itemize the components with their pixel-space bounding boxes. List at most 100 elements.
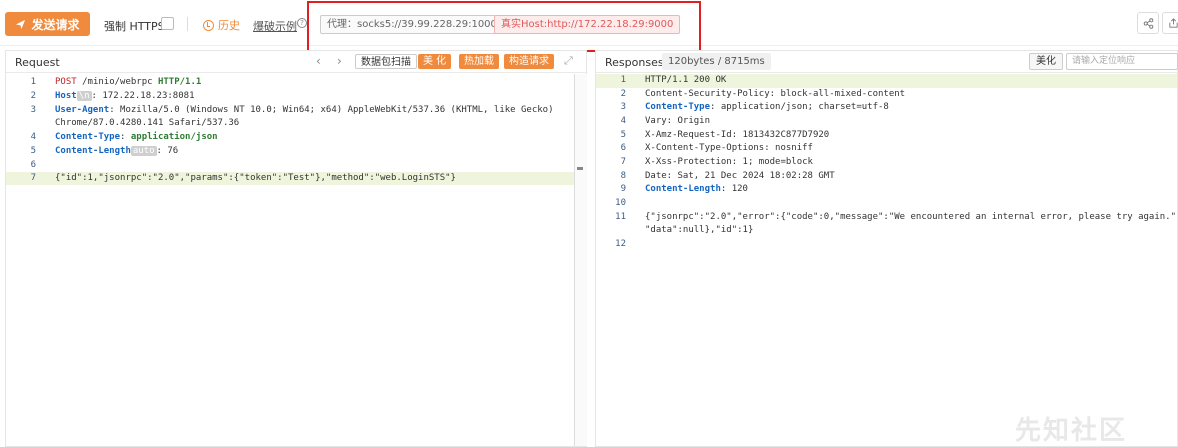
editor-scrollbar[interactable] <box>574 74 587 446</box>
code-line: 3 Content-Type: application/json; charset… <box>596 101 1177 114</box>
line-text: Content-Length auto: 76 <box>55 145 178 158</box>
real-host-tag: 真实Host:http://172.22.18.29:9000 <box>494 15 681 34</box>
request-editor[interactable]: 1 POST /minio/webrpc HTTP/1.1 2 Host \n: 172… <box>6 74 586 446</box>
top-toolbar: 发送请求 强制 HTTPS 历史 爆破示例 ? 代理：socks5://39.9… <box>0 0 1178 46</box>
share-icon[interactable] <box>1137 12 1159 34</box>
line-number: 11 <box>615 212 626 222</box>
line-number: 5 <box>30 146 36 156</box>
line-text: X-Xss-Protection: 1; mode=block <box>645 156 813 169</box>
code-token: Content-Type <box>55 132 121 142</box>
code-line: 5 Content-Length auto: 76 <box>6 145 586 158</box>
code-line: 4 Content-Type: application/json <box>6 131 586 144</box>
code-token: Vary: Origin <box>645 116 711 126</box>
line-number: 3 <box>620 102 626 112</box>
code-token: User-Agent <box>55 105 110 115</box>
force-https-checkbox[interactable] <box>161 17 174 30</box>
line-text: POST /minio/webrpc HTTP/1.1 <box>55 76 201 89</box>
code-token: X-Amz-Request-Id: 1813432C877D7920 <box>645 130 830 140</box>
code-line: 4 Vary: Origin <box>596 115 1177 128</box>
line-number: 5 <box>620 130 626 140</box>
code-token: Content-Security-Policy: block-all-mixed… <box>645 89 906 99</box>
code-token: \n <box>76 91 92 101</box>
code-token: {"jsonrpc":"2.0","error":{"code":0,"mess… <box>645 212 1177 222</box>
response-beautify-button[interactable]: 美化 <box>1029 53 1063 70</box>
line-text: {"id":1,"jsonrpc":"2.0","params":{"token… <box>55 172 456 185</box>
code-token: Date: Sat, 21 Dec 2024 18:02:28 GMT <box>645 171 835 181</box>
code-line: 6 X-Content-Type-Options: nosniff <box>596 142 1177 155</box>
code-token: auto <box>130 146 157 156</box>
help-icon[interactable]: ? <box>297 18 307 28</box>
brute-example-link[interactable]: 爆破示例 <box>253 18 297 34</box>
code-token: {"id":1,"jsonrpc":"2.0","params":{"token… <box>55 173 456 183</box>
chevron-left-icon[interactable]: ‹ <box>316 54 321 68</box>
send-icon <box>16 19 26 29</box>
send-label: 发送请求 <box>31 17 80 32</box>
line-text: Host \n: 172.22.18.23:8081 <box>55 90 194 103</box>
code-line: 2 Host \n: 172.22.18.23:8081 <box>6 90 586 103</box>
response-header: Responses 120bytes / 8715ms 美化 请输入定位响应 <box>596 51 1178 73</box>
force-https-label: 强制 HTTPS <box>104 20 165 33</box>
code-token: POST <box>55 77 77 87</box>
line-text: Content-Type: application/json; charset=… <box>645 101 889 114</box>
code-line: 6 <box>6 159 586 172</box>
chevron-right-icon[interactable]: › <box>337 54 342 68</box>
code-token: Content-Length <box>55 146 131 156</box>
scroll-marker <box>577 167 583 170</box>
code-line: 7 X-Xss-Protection: 1; mode=block <box>596 156 1177 169</box>
code-line: 1 POST /minio/webrpc HTTP/1.1 <box>6 76 586 89</box>
code-token: : <box>120 132 131 142</box>
beautify-button[interactable]: 美 化 <box>418 54 452 69</box>
code-line: 7 {"id":1,"jsonrpc":"2.0","params":{"toke… <box>6 172 586 185</box>
line-number: 4 <box>30 132 36 142</box>
code-line: Chrome/87.0.4280.141 Safari/537.36 <box>6 117 586 130</box>
line-text: Chrome/87.0.4280.141 Safari/537.36 <box>55 117 239 130</box>
line-text: "data":null},"id":1} <box>645 224 753 237</box>
line-number: 7 <box>620 157 626 167</box>
line-number: 9 <box>620 184 626 194</box>
code-line: 5 X-Amz-Request-Id: 1813432C877D7920 <box>596 129 1177 142</box>
packet-scan-button[interactable]: 数据包扫描 <box>355 54 417 69</box>
code-token: HTTP/1.1 <box>157 77 202 87</box>
code-token: X-Content-Type-Options: nosniff <box>645 143 813 153</box>
code-line: 8 Date: Sat, 21 Dec 2024 18:02:28 GMT <box>596 170 1177 183</box>
line-number: 1 <box>620 75 626 85</box>
line-text: Content-Type: application/json <box>55 131 218 144</box>
expand-icon[interactable]: ⤢ <box>564 55 575 66</box>
code-token: : 172.22.18.23:8081 <box>91 91 195 101</box>
line-number: 10 <box>615 198 626 208</box>
line-text: User-Agent: Mozilla/5.0 (Windows NT 10.0… <box>55 104 554 117</box>
build-request-button[interactable]: 构造请求 <box>504 54 554 69</box>
request-title: Request <box>15 56 60 69</box>
line-text: X-Amz-Request-Id: 1813432C877D7920 <box>645 129 829 142</box>
response-editor[interactable]: 1 HTTP/1.1 200 OK 2 Content-Security-Policy… <box>596 74 1177 446</box>
request-panel: Request ‹ › 数据包扫描 美 化 热加载 构造请求 ⤢ 1 POST /… <box>5 50 587 447</box>
code-token: Chrome/87.0.4280.141 Safari/537.36 <box>55 118 240 128</box>
line-number: 7 <box>30 173 36 183</box>
code-token: /minio/webrpc <box>76 77 158 87</box>
code-line: 1 HTTP/1.1 200 OK <box>596 74 1177 87</box>
line-text: Content-Security-Policy: block-all-mixed… <box>645 88 905 101</box>
request-header: Request ‹ › 数据包扫描 美 化 热加载 构造请求 ⤢ <box>6 51 586 73</box>
code-token: : 76 <box>156 146 179 156</box>
code-token: Content-Type <box>645 102 711 112</box>
code-line: "data":null},"id":1} <box>596 224 1177 237</box>
proxy-tag: 代理：socks5://39.99.228.29:10000 <box>320 15 511 34</box>
history-button[interactable]: 历史 <box>203 17 240 33</box>
line-text: {"jsonrpc":"2.0","error":{"code":0,"mess… <box>645 211 1177 224</box>
watermark: 先知社区 <box>1015 416 1128 446</box>
send-request-button[interactable]: 发送请求 <box>5 12 90 36</box>
response-search-input[interactable]: 请输入定位响应 <box>1066 53 1178 70</box>
code-line: 11 {"jsonrpc":"2.0","error":{"code":0,"me… <box>596 211 1177 224</box>
line-number: 3 <box>30 105 36 115</box>
hotload-button[interactable]: 热加载 <box>459 54 499 69</box>
code-line: 2 Content-Security-Policy: block-all-mixe… <box>596 88 1177 101</box>
line-text: Content-Length: 120 <box>645 183 748 196</box>
code-token: : 120 <box>720 184 748 194</box>
code-line: 3 User-Agent: Mozilla/5.0 (Windows NT 10.… <box>6 104 586 117</box>
code-token: application/json <box>130 132 218 142</box>
code-token: HTTP/1.1 200 OK <box>645 75 727 85</box>
code-line: 10 <box>596 197 1177 210</box>
response-panel: Responses 120bytes / 8715ms 美化 请输入定位响应 1… <box>595 50 1178 447</box>
export-icon[interactable] <box>1162 12 1178 34</box>
line-number: 2 <box>620 89 626 99</box>
